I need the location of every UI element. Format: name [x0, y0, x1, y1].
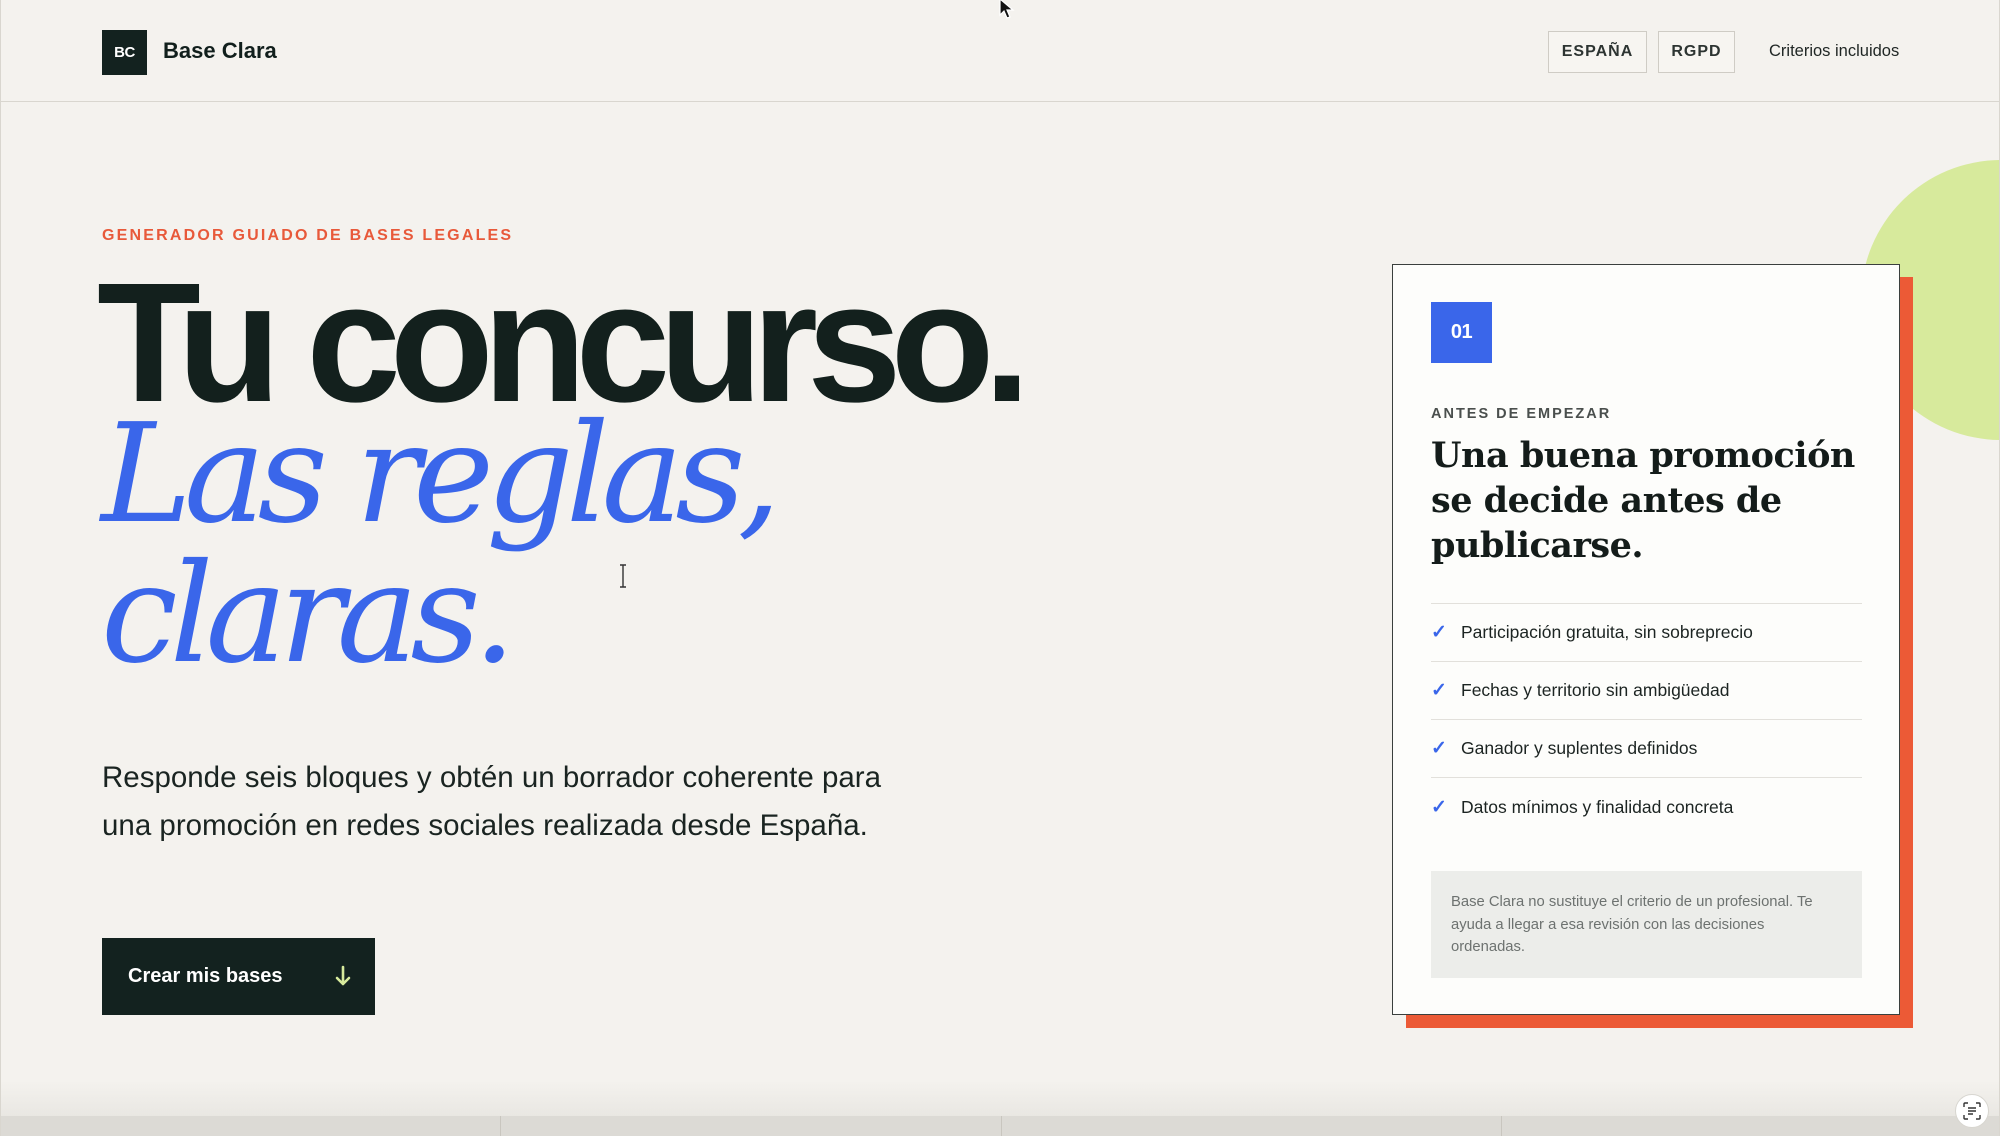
text-cursor-icon [620, 564, 626, 588]
brand-name[interactable]: Base Clara [163, 38, 277, 64]
check-item: ✓ Ganador y suplentes definidos [1431, 720, 1862, 778]
check-item: ✓ Participación gratuita, sin sobrepreci… [1431, 604, 1862, 662]
strip-cell [1002, 1116, 1502, 1136]
strip-cell [1502, 1116, 1999, 1136]
check-item-label: Fechas y territorio sin ambigüedad [1461, 680, 1730, 700]
checkmark-icon: ✓ [1431, 796, 1447, 818]
check-list: ✓ Participación gratuita, sin sobrepreci… [1431, 603, 1862, 836]
step-badge: 01 [1431, 302, 1492, 363]
create-bases-button[interactable]: Crear mis bases [102, 938, 375, 1015]
check-item-label: Participación gratuita, sin sobreprecio [1461, 622, 1753, 642]
create-bases-label: Crear mis bases [128, 965, 283, 987]
scan-text-icon [1963, 1102, 1981, 1120]
strip-cell [1, 1116, 502, 1136]
check-item-label: Datos mínimos y finalidad concreta [1461, 796, 1734, 817]
criteria-link[interactable]: Criterios incluidos [1769, 42, 1899, 61]
rgpd-pill[interactable]: RGPD [1658, 31, 1735, 73]
checkmark-icon: ✓ [1431, 738, 1447, 759]
mouse-pointer-icon [999, 0, 1015, 19]
logo-mark[interactable]: BC [102, 30, 147, 75]
checkmark-icon: ✓ [1431, 680, 1447, 701]
card-eyebrow: ANTES DE EMPEZAR [1431, 406, 1612, 422]
hero-headline-line-3: claras. [101, 535, 516, 694]
checkmark-icon: ✓ [1431, 622, 1447, 643]
page: BC Base Clara ESPAÑA RGPD Criterios incl… [0, 0, 2000, 1136]
hero-headline-italic: Las reglas, claras. [101, 395, 781, 694]
hero-headline-line-2: Las reglas, [101, 395, 781, 554]
country-pill[interactable]: ESPAÑA [1548, 31, 1647, 73]
bottom-section-strip [1, 1116, 1999, 1136]
checklist-card: 01 ANTES DE EMPEZAR Una buena promoción … [1392, 264, 1900, 1015]
text-recognition-button[interactable] [1955, 1094, 1989, 1128]
card-title: Una buena promoción se decide antes de p… [1431, 435, 1855, 566]
hero-eyebrow: GENERADOR GUIADO DE BASES LEGALES [102, 227, 514, 244]
disclaimer-note: Base Clara no sustituye el criterio de u… [1431, 871, 1862, 978]
check-item-label: Ganador y suplentes definidos [1461, 738, 1698, 758]
check-item: ✓ Fechas y territorio sin ambigüedad [1431, 662, 1862, 720]
hero-lead: Responde seis bloques y obtén un borrado… [102, 761, 881, 842]
strip-cell [501, 1116, 1002, 1136]
arrow-down-icon [335, 965, 351, 986]
check-item: ✓ Datos mínimos y finalidad concreta [1431, 778, 1862, 836]
